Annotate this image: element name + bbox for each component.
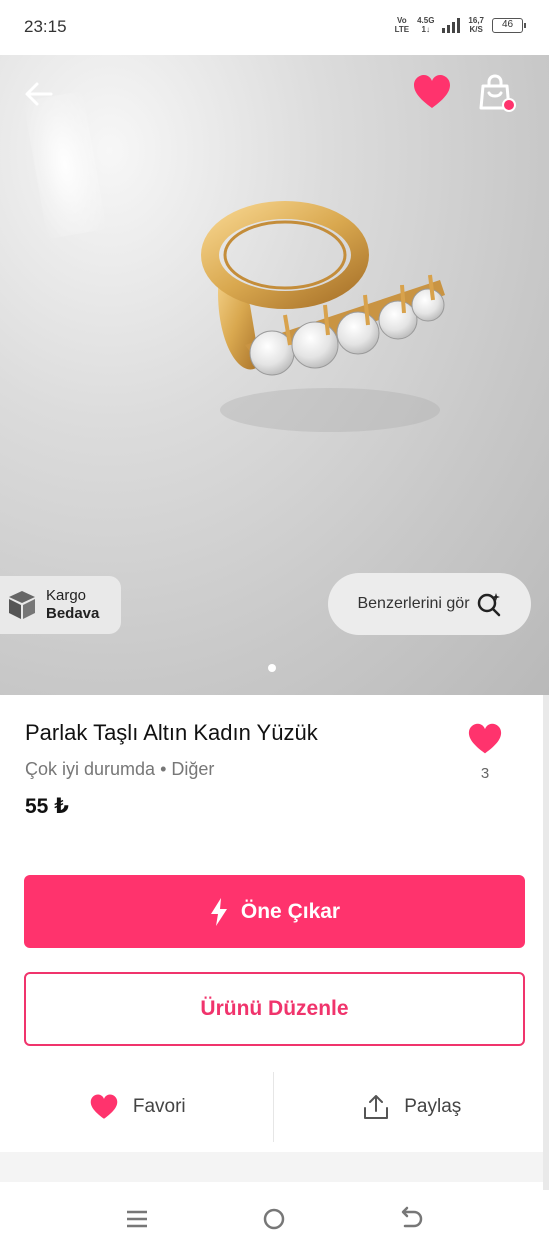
home-circle-icon — [263, 1208, 285, 1230]
back-arrow-icon — [25, 82, 53, 106]
product-title: Parlak Taşlı Altın Kadın Yüzük — [25, 720, 318, 745]
volte-indicator: Vo LTE — [394, 16, 410, 34]
menu-icon — [127, 1210, 147, 1228]
meta-separator: • — [160, 759, 167, 779]
ring-photo — [201, 201, 445, 432]
product-meta: Çok iyi durumda • Diğer — [25, 759, 214, 780]
status-indicators: Vo LTE 4.5G 1↓ 16,7 K/S 46 — [394, 16, 526, 34]
share-label: Paylaş — [404, 1096, 462, 1117]
free-shipping-badge: Kargo Bedava — [0, 576, 121, 634]
system-back-button[interactable] — [396, 1204, 426, 1234]
product-category: Diğer — [171, 759, 215, 779]
product-price: 55 ₺ — [25, 795, 69, 818]
image-glare — [23, 90, 107, 240]
promote-label: Öne Çıkar — [240, 899, 341, 923]
system-nav-bar — [0, 1190, 549, 1250]
image-pager-dot — [268, 664, 276, 672]
edit-product-label: Ürünü Düzenle — [200, 997, 349, 1020]
data-speed: 16,7 K/S — [468, 16, 484, 34]
see-similar-label: Benzerlerini gör — [357, 595, 470, 612]
recent-apps-button[interactable] — [122, 1204, 152, 1234]
heart-icon — [468, 723, 502, 754]
battery-icon: 46 — [492, 17, 526, 33]
promote-button[interactable]: Öne Çıkar — [24, 875, 525, 948]
lightning-icon — [210, 897, 227, 926]
favorite-button[interactable]: Favori — [0, 1072, 275, 1142]
see-similar-button[interactable]: Benzerlerini gör — [328, 573, 531, 635]
action-row: Favori Paylaş — [0, 1072, 549, 1142]
cart-button[interactable] — [476, 73, 518, 115]
shopping-bag-icon — [479, 74, 516, 112]
status-bar: 23:15 Vo LTE 4.5G 1↓ 16,7 K/S 46 — [0, 0, 549, 55]
package-box-icon — [9, 591, 35, 619]
heart-icon — [414, 75, 450, 108]
network-indicator: 4.5G 1↓ — [417, 16, 435, 34]
scroll-track — [543, 695, 549, 1190]
favorite-toggle-button[interactable] — [412, 73, 452, 113]
product-condition: Çok iyi durumda — [25, 759, 156, 779]
back-button[interactable] — [22, 77, 56, 111]
edit-product-button[interactable]: Ürünü Düzenle — [24, 972, 525, 1046]
home-button[interactable] — [259, 1204, 289, 1234]
share-button[interactable]: Paylaş — [275, 1072, 549, 1142]
search-sparkle-icon — [477, 593, 500, 617]
signal-icon — [442, 17, 461, 33]
heart-icon — [90, 1094, 118, 1119]
section-separator — [0, 1152, 549, 1182]
share-icon — [364, 1095, 389, 1119]
back-icon — [401, 1206, 423, 1228]
shipping-value: Bedava — [46, 605, 100, 622]
shipping-label: Kargo — [46, 587, 87, 604]
like-button[interactable]: 3 — [462, 722, 508, 782]
product-image[interactable]: Kargo Bedava Benzerlerini gör — [0, 55, 549, 695]
like-count: 3 — [480, 765, 490, 782]
action-divider — [273, 1072, 274, 1142]
status-time: 23:15 — [24, 17, 67, 36]
favorite-label: Favori — [132, 1096, 186, 1117]
